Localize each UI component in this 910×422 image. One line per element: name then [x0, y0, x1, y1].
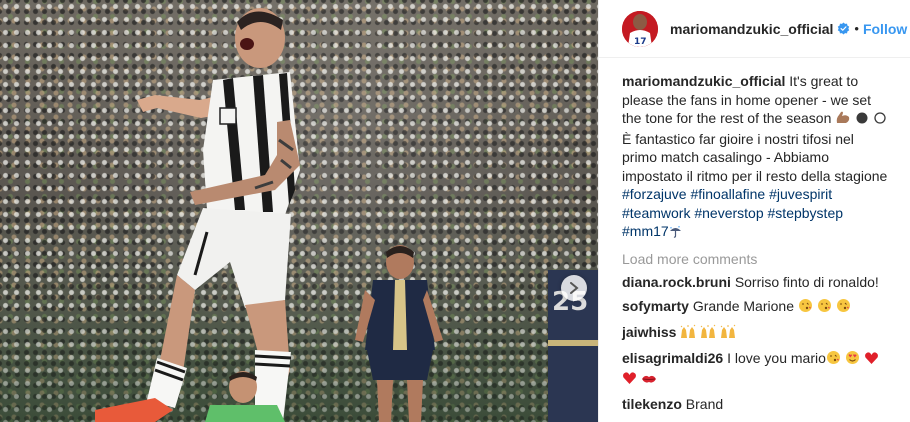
comments-section: mariomandzukic_official It's great to pl… — [599, 58, 910, 413]
raised-hands-icon — [700, 324, 716, 343]
comment-text: Grande Marione — [692, 297, 794, 314]
kiss-face-icon — [826, 350, 841, 369]
avatar[interactable]: 17 — [622, 10, 658, 47]
heart-eyes-icon — [845, 350, 860, 369]
comment-text: I love you mario — [727, 349, 826, 366]
kiss-face-icon — [798, 298, 813, 317]
follow-button[interactable]: Follow — [863, 21, 907, 37]
load-more-comments-button[interactable]: Load more comments — [622, 251, 894, 267]
raised-hands-icon — [720, 324, 736, 343]
opponent-player — [355, 245, 443, 422]
avatar-image: 17 — [622, 10, 658, 47]
comment-item: jaiwhiss — [622, 323, 894, 343]
comment-text: Brand — [685, 395, 724, 412]
kiss-face-icon — [836, 298, 851, 317]
hashtags-line-1[interactable]: #forzajuve #finoallafine #juvespirit — [622, 185, 888, 204]
caption-hashtags: #forzajuve #finoallafine #juvespirit #te… — [622, 185, 888, 243]
red-heart-icon — [622, 371, 637, 389]
kiss-face-icon — [817, 298, 832, 317]
post-caption: mariomandzukic_official It's great to pl… — [622, 72, 888, 243]
chevron-right-icon — [570, 282, 579, 294]
comment-username[interactable]: sofymarty — [622, 298, 689, 314]
comment-username[interactable]: tilekenzo — [622, 396, 682, 412]
comment-username[interactable]: jaiwhiss — [622, 324, 676, 340]
avatar-jersey-number: 17 — [634, 37, 647, 47]
umbrella-rain-icon — [669, 224, 682, 243]
comment-item: diana.rock.bruni Sorriso finto di ronald… — [622, 273, 894, 291]
verified-badge-icon — [837, 22, 850, 35]
carousel-next-button[interactable] — [561, 275, 587, 301]
flexed-biceps-icon — [835, 110, 851, 130]
hashtags-line-3[interactable]: #mm17 — [622, 223, 669, 239]
caption-username[interactable]: mariomandzukic_official — [622, 73, 785, 89]
black-circle-icon — [855, 111, 869, 130]
white-circle-icon — [873, 111, 887, 130]
goalkeeper — [205, 371, 285, 422]
header-username[interactable]: mariomandzukic_official — [670, 21, 833, 37]
hashtags-line-3-row: #mm17 — [622, 222, 888, 243]
hashtags-line-2[interactable]: #teamwork #neverstop #stepbystep — [622, 204, 888, 223]
post-side-panel: 17 mariomandzukic_official • Follow mari… — [598, 0, 910, 422]
comment-item: elisagrimaldi26 I love you mario — [622, 349, 894, 389]
instagram-post: 25 17 mariomandzukic_official • Follow m… — [0, 0, 910, 422]
kiss-mark-icon — [641, 371, 657, 389]
comment-username[interactable]: elisagrimaldi26 — [622, 350, 723, 366]
post-photo[interactable]: 25 — [0, 0, 598, 422]
caption-text-it: È fantastico far gioire i nostri tifosi … — [622, 130, 888, 184]
celebrating-player — [95, 8, 300, 422]
comment-text: Sorriso finto di ronaldo! — [734, 273, 879, 290]
post-header: 17 mariomandzukic_official • Follow — [599, 0, 910, 58]
raised-hands-icon — [680, 324, 696, 343]
comment-item: tilekenzo Brand — [622, 395, 894, 413]
red-heart-icon — [864, 351, 879, 369]
header-separator: • — [854, 21, 859, 36]
comment-item: sofymarty Grande Marione — [622, 297, 894, 317]
comment-username[interactable]: diana.rock.bruni — [622, 274, 731, 290]
